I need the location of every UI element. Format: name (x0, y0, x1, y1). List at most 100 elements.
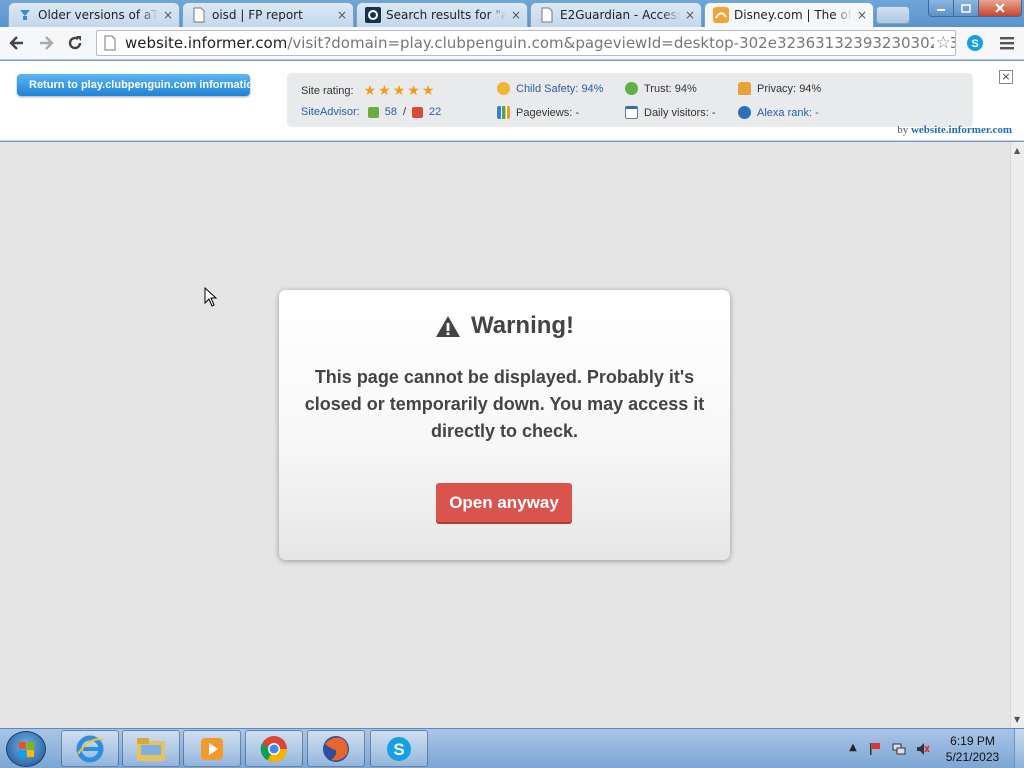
action-center-flag-icon[interactable] (868, 742, 882, 756)
siteadvisor-separator: / (402, 106, 407, 118)
informer-link[interactable]: website.informer.com (911, 124, 1012, 136)
child-safety-link[interactable]: Child Safety: (516, 83, 578, 95)
tab-title: E2Guardian - Access Denied (560, 8, 680, 22)
check-shield-icon (625, 82, 638, 95)
alexa-rank-link[interactable]: Alexa rank: (757, 107, 812, 119)
privacy-label: Privacy: (757, 82, 797, 95)
alexa-rank-value: - (815, 106, 819, 119)
tab-close-icon[interactable]: × (335, 8, 349, 22)
daily-visitors: Daily visitors: - (625, 106, 716, 119)
svg-text:S: S (393, 740, 404, 759)
tab-older-versions[interactable]: Older versions of aTube Catcher × (8, 2, 180, 27)
pageviews: Pageviews: - (497, 106, 579, 119)
tab-close-icon[interactable]: × (509, 8, 523, 22)
vertical-scrollbar[interactable]: ▲ ▼ (1010, 142, 1024, 728)
privacy-value: 94% (799, 82, 822, 95)
site-rating: Site rating: ★ ★ ★ ★ ★ (301, 82, 436, 99)
reload-icon[interactable] (63, 31, 87, 55)
tab-oisd[interactable]: oisd | FP report × (182, 2, 354, 27)
bookmark-star-icon[interactable]: ☆ (933, 33, 951, 53)
informer-bar: Return to play.clubpenguin.com informati… (0, 61, 1024, 141)
page-content: Warning! This page cannot be displayed. … (0, 142, 1010, 728)
warning-dialog: Warning! This page cannot be displayed. … (279, 290, 730, 560)
svg-text:S: S (971, 38, 978, 50)
forward-arrow-icon[interactable] (34, 31, 58, 55)
tab-close-icon[interactable]: × (855, 8, 869, 22)
by-label: by (897, 124, 909, 136)
start-button[interactable] (6, 731, 46, 767)
tab-title: Disney.com | The official home (734, 8, 852, 22)
tab-search-results[interactable]: Search results for "atube catcher" × (356, 2, 528, 27)
alexa-icon (738, 106, 751, 119)
siteadvisor-up-count: 58 (384, 106, 397, 118)
site-rating-label: Site rating: (301, 84, 354, 97)
tab-disney[interactable]: Disney.com | The official home × (704, 2, 874, 27)
page-icon (191, 7, 207, 23)
siteadvisor-link[interactable]: SiteAdvisor: (301, 106, 360, 118)
alexa-rank: Alexa rank: - (738, 106, 819, 119)
privacy: Privacy: 94% (738, 82, 821, 95)
menu-icon[interactable] (995, 31, 1019, 55)
page-icon (104, 35, 116, 51)
trust: Trust: 94% (625, 82, 697, 95)
minimize-button[interactable] (928, 0, 954, 17)
skype-icon[interactable]: S (370, 730, 428, 767)
disney-logo-icon (713, 7, 729, 23)
tab-strip: Older versions of aTube Catcher × oisd |… (0, 0, 1024, 27)
thumbs-down-icon (412, 106, 424, 118)
network-icon[interactable] (892, 742, 906, 756)
warning-title-text: Warning! (470, 312, 575, 339)
tab-close-icon[interactable]: × (683, 8, 697, 22)
skype-extension-icon[interactable]: S (963, 31, 987, 55)
pageviews-value: - (575, 106, 579, 119)
window-close-button[interactable] (978, 0, 1022, 17)
clock[interactable]: 6:19 PM 5/21/2023 (930, 733, 1015, 765)
search-box-icon (365, 7, 381, 23)
daily-visitors-label: Daily visitors: (644, 106, 709, 119)
firefox-icon[interactable] (307, 730, 365, 767)
file-explorer-icon[interactable] (122, 730, 180, 767)
rating-stars-icon: ★ ★ ★ ★ ★ (363, 82, 435, 98)
show-hidden-icons-icon[interactable]: ▲ (846, 742, 860, 756)
tab-close-icon[interactable]: × (161, 8, 175, 22)
child-icon (497, 82, 510, 95)
browser-toolbar: website.informer.com/visit?domain=play.c… (0, 27, 1024, 60)
mouse-cursor-icon (204, 287, 218, 307)
show-desktop-button[interactable] (1014, 729, 1024, 768)
trust-value: 94% (674, 82, 697, 95)
taskbar: S ▲ 6:19 PM 5/21/2023 (0, 728, 1024, 768)
tab-e2guardian[interactable]: E2Guardian - Access Denied × (530, 2, 702, 27)
pageviews-label: Pageviews: (516, 106, 573, 119)
download-arrow-icon (17, 7, 33, 23)
volume-muted-icon[interactable] (916, 742, 930, 756)
restore-button[interactable] (953, 0, 979, 17)
siteadvisor-down-count: 22 (429, 106, 442, 118)
return-to-site-button[interactable]: Return to play.clubpenguin.com informati… (17, 74, 250, 96)
address-bar[interactable]: website.informer.com/visit?domain=play.c… (96, 30, 956, 56)
page-icon (539, 7, 555, 23)
bar-chart-icon (497, 106, 510, 119)
calendar-icon (625, 106, 638, 119)
tab-title: Older versions of aTube Catcher (38, 8, 158, 22)
open-anyway-button[interactable]: Open anyway (436, 483, 572, 522)
close-infobar-icon[interactable]: × (999, 70, 1013, 84)
chrome-icon[interactable] (245, 730, 303, 767)
url-host: website.informer.com (125, 34, 288, 52)
media-player-icon[interactable] (183, 730, 241, 767)
tab-title: oisd | FP report (212, 8, 303, 22)
windows-logo-icon (19, 742, 34, 757)
daily-visitors-value: - (711, 106, 716, 119)
back-arrow-icon[interactable] (5, 31, 29, 55)
lock-icon (738, 82, 751, 95)
url-path: /visit?domain=play.clubpenguin.com&pagev… (287, 34, 955, 52)
warning-title: Warning! (279, 312, 730, 340)
scroll-down-arrow-icon[interactable]: ▼ (1014, 715, 1020, 724)
new-tab-button[interactable] (876, 6, 910, 24)
clock-date: 5/21/2023 (945, 750, 1000, 764)
scroll-up-arrow-icon[interactable]: ▲ (1014, 146, 1020, 155)
siteadvisor: SiteAdvisor: 58 / 22 (301, 106, 441, 118)
site-stats-panel: Site rating: ★ ★ ★ ★ ★ SiteAdvisor: 58 / 22 … (287, 73, 973, 127)
by-line: by website.informer.com (897, 124, 1012, 136)
internet-explorer-icon[interactable] (61, 730, 119, 767)
child-safety: Child Safety: 94% (497, 82, 603, 95)
